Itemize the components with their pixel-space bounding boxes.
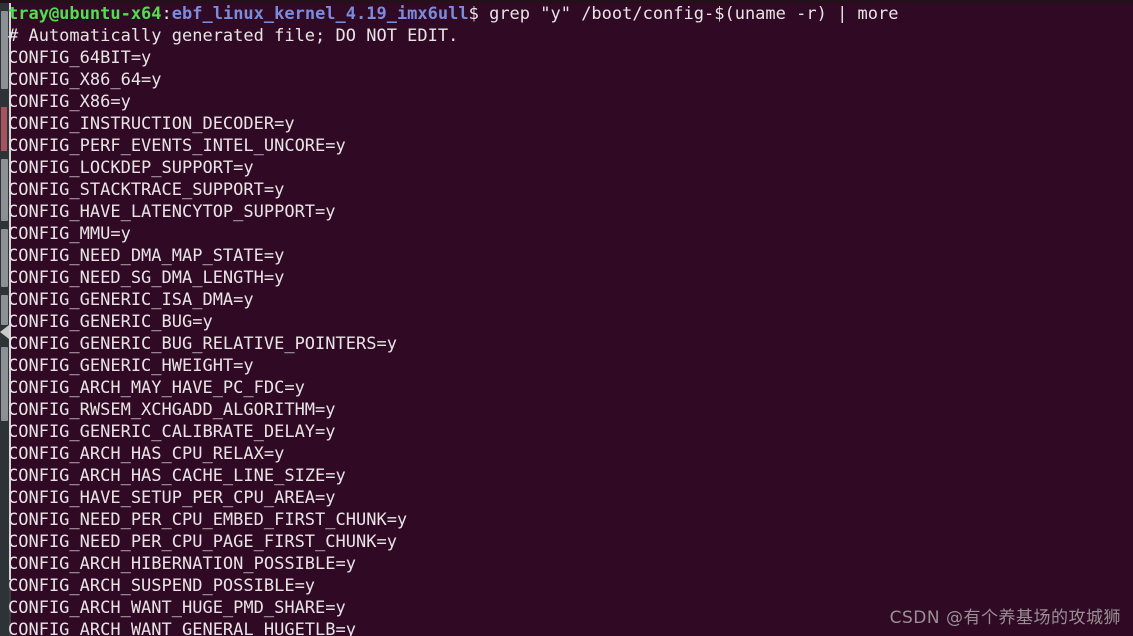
terminal-window: tray@ubuntu-x64:ebf_linux_kernel_4.19_im… [0, 0, 1133, 636]
terminal-screen[interactable]: tray@ubuntu-x64:ebf_linux_kernel_4.19_im… [8, 3, 1133, 636]
scrollbar-thumb[interactable] [1, 11, 8, 89]
terminal-output-line: CONFIG_NEED_DMA_MAP_STATE=y [8, 246, 285, 266]
scrollbar-thumb[interactable] [1, 159, 8, 221]
terminal-output-line: CONFIG_ARCH_HAS_CACHE_LINE_SIZE=y [8, 466, 346, 486]
terminal-output-line: CONFIG_ARCH_HAS_CPU_RELAX=y [8, 444, 285, 464]
scrollbar-thumb[interactable] [1, 295, 8, 325]
terminal-output-line: CONFIG_ARCH_SUSPEND_POSSIBLE=y [8, 576, 316, 596]
terminal-output-line: CONFIG_ARCH_MAY_HAVE_PC_FDC=y [8, 378, 305, 398]
terminal-output-line: CONFIG_NEED_PER_CPU_PAGE_FIRST_CHUNK=y [8, 532, 397, 552]
prompt-dollar: $ [468, 4, 479, 24]
terminal-output-line: CONFIG_ARCH_HIBERNATION_POSSIBLE=y [8, 554, 356, 574]
terminal-output-line: CONFIG_GENERIC_BUG=y [8, 312, 213, 332]
terminal-output-line: CONFIG_X86=y [8, 92, 131, 112]
terminal-output-line: CONFIG_HAVE_SETUP_PER_CPU_AREA=y [8, 488, 336, 508]
terminal-output-line: CONFIG_GENERIC_BUG_RELATIVE_POINTERS=y [8, 334, 397, 354]
csdn-watermark: CSDN @有个养基场的攻城狮 [889, 608, 1121, 628]
scrollbar-thumb[interactable] [1, 229, 8, 287]
command-text: grep "y" /boot/config-$(uname -r) | more [478, 4, 899, 24]
prompt-path: ebf_linux_kernel_4.19_imx6ull [171, 4, 469, 24]
scrollbar-mark-red[interactable] [1, 107, 7, 151]
terminal-output-line: CONFIG_HAVE_LATENCYTOP_SUPPORT=y [8, 202, 336, 222]
prompt-line: tray@ubuntu-x64:ebf_linux_kernel_4.19_im… [8, 3, 1133, 25]
terminal-output-line: # Automatically generated file; DO NOT E… [8, 26, 459, 46]
terminal-output-line: CONFIG_LOCKDEP_SUPPORT=y [8, 158, 254, 178]
terminal-output-line: CONFIG_MMU=y [8, 224, 131, 244]
terminal-output-line: CONFIG_GENERIC_ISA_DMA=y [8, 290, 254, 310]
terminal-output-line: CONFIG_RWSEM_XCHGADD_ALGORITHM=y [8, 400, 336, 420]
terminal-output-line: CONFIG_STACKTRACE_SUPPORT=y [8, 180, 285, 200]
terminal-output-line: CONFIG_NEED_SG_DMA_LENGTH=y [8, 268, 285, 288]
scrollbar-thumb[interactable] [1, 347, 8, 421]
terminal-output-line: CONFIG_GENERIC_CALIBRATE_DELAY=y [8, 422, 336, 442]
prompt-separator: : [161, 4, 172, 24]
prompt-user-host: tray@ubuntu-x64 [8, 4, 162, 24]
terminal-output-line: CONFIG_X86_64=y [8, 70, 162, 90]
terminal-output: # Automatically generated file; DO NOT E… [8, 25, 1133, 636]
terminal-output-line: CONFIG_NEED_PER_CPU_EMBED_FIRST_CHUNK=y [8, 510, 408, 530]
terminal-output-line: CONFIG_INSTRUCTION_DECODER=y [8, 114, 295, 134]
terminal-output-line: CONFIG_64BIT=y [8, 48, 152, 68]
terminal-output-line: CONFIG_GENERIC_HWEIGHT=y [8, 356, 254, 376]
terminal-output-line: CONFIG_PERF_EVENTS_INTEL_UNCORE=y [8, 136, 346, 156]
